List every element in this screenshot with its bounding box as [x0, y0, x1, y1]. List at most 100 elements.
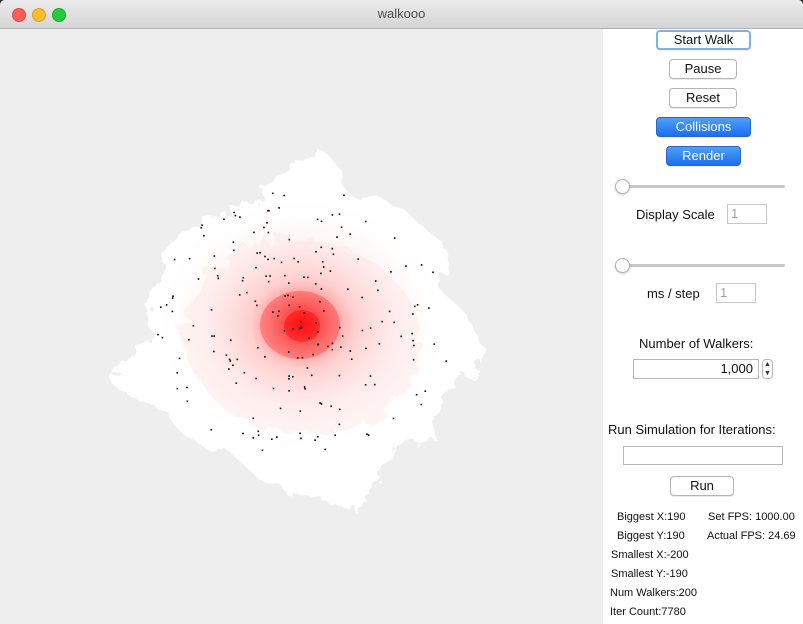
run-iterations-label: Run Simulation for Iterations: [608, 422, 776, 437]
walker-dot [394, 237, 396, 239]
ms-step-slider-track[interactable] [615, 264, 785, 267]
walker-dot [213, 335, 215, 337]
walker-dot [228, 368, 230, 370]
walker-dot [378, 342, 381, 345]
walker-dot [214, 267, 216, 270]
walker-dot [228, 358, 231, 361]
walker-dot [200, 227, 203, 229]
walker-dot [265, 275, 267, 277]
walker-dot [320, 403, 323, 405]
walker-dot [314, 439, 316, 441]
walker-dot [299, 432, 301, 435]
num-walkers-field[interactable]: 1,000 [633, 359, 759, 379]
walker-dot [361, 329, 364, 332]
walker-dot [216, 275, 219, 277]
walker-dot [172, 295, 174, 297]
walker-dot [320, 272, 322, 275]
walker-dot [392, 417, 395, 420]
walker-dot [390, 271, 392, 273]
walker-dot [317, 436, 319, 438]
walker-dot [243, 371, 246, 374]
walker-dot [255, 266, 257, 269]
walker-dot [307, 276, 309, 279]
walker-dot [223, 218, 225, 221]
walker-dot [229, 360, 232, 362]
run-button[interactable]: Run [670, 476, 734, 496]
walker-dot [263, 226, 265, 229]
walker-dot [293, 257, 295, 260]
walker-dot [340, 346, 342, 348]
walker-dot [361, 296, 363, 299]
walker-dot [303, 276, 305, 278]
walker-dot [292, 296, 294, 298]
walker-dot [414, 305, 416, 308]
display-scale-slider-track[interactable] [615, 185, 785, 188]
walker-dot [252, 417, 255, 420]
walker-dot [299, 410, 302, 412]
walker-dot [234, 214, 237, 217]
walker-dot [300, 320, 302, 323]
ms-step-slider-knob[interactable] [615, 258, 630, 273]
start-walk-button[interactable]: Start Walk [656, 30, 751, 50]
walker-dot [339, 326, 341, 329]
pause-button[interactable]: Pause [669, 59, 737, 79]
reset-button[interactable]: Reset [669, 88, 737, 108]
walker-dot [364, 220, 367, 223]
walker-dot [416, 304, 419, 306]
walker-dot [269, 275, 271, 277]
walker-dot [412, 358, 415, 361]
walker-dot [321, 261, 324, 263]
walker-dot [365, 347, 367, 350]
random-walk-heatmap [110, 150, 483, 509]
walker-dot [319, 300, 321, 303]
stat-smallest-x: Smallest X:-200 [611, 549, 689, 561]
walker-dot [160, 306, 162, 308]
spinner-up-arrow-icon[interactable]: ▲ [763, 360, 772, 369]
render-toggle[interactable]: Render [666, 146, 741, 166]
walker-dot [424, 390, 427, 392]
walker-dot [350, 358, 353, 360]
walker-dot [310, 374, 313, 377]
walker-dot [186, 400, 189, 403]
walker-dot [271, 192, 274, 195]
display-scale-label: Display Scale [636, 207, 715, 222]
walker-dot [261, 449, 264, 452]
walker-dot [276, 436, 278, 438]
stat-set-fps: Set FPS: 1000.00 [708, 511, 795, 523]
walker-dot [433, 343, 435, 345]
walker-dot [176, 372, 178, 374]
walker-dot [188, 339, 190, 341]
walker-dot [203, 234, 205, 237]
stat-biggest-x: Biggest X:190 [617, 511, 686, 523]
walker-dot [233, 249, 235, 252]
walker-dot [242, 276, 245, 279]
walker-dot [161, 336, 164, 339]
walker-dot [331, 214, 334, 216]
walker-dot [157, 333, 159, 336]
walker-dot [246, 291, 248, 294]
ms-step-field[interactable]: 1 [716, 283, 756, 303]
walker-dot [257, 434, 260, 436]
spinner-down-arrow-icon[interactable]: ▼ [763, 369, 772, 378]
walker-dot [278, 207, 280, 209]
walker-dot [171, 297, 174, 299]
num-walkers-spinner[interactable]: ▲ ▼ [762, 359, 773, 379]
walker-dot [266, 222, 268, 224]
walker-dot [330, 405, 332, 407]
walker-dot [331, 342, 334, 345]
run-iterations-field[interactable] [623, 446, 783, 465]
simulation-canvas[interactable] [0, 29, 603, 624]
walker-dot [257, 430, 260, 433]
walker-dot [213, 255, 216, 257]
display-scale-slider-knob[interactable] [615, 179, 630, 194]
walker-dot [349, 350, 352, 352]
walker-dot [239, 216, 241, 218]
walker-dot [411, 332, 413, 335]
collisions-toggle[interactable]: Collisions [656, 117, 751, 137]
walker-dot [319, 402, 321, 404]
walker-dot [197, 278, 200, 280]
walker-dot [298, 306, 301, 308]
display-scale-field[interactable]: 1 [727, 204, 767, 224]
walker-dot [229, 339, 232, 341]
control-panel: Start Walk Pause Reset Collisions Render… [603, 29, 803, 624]
